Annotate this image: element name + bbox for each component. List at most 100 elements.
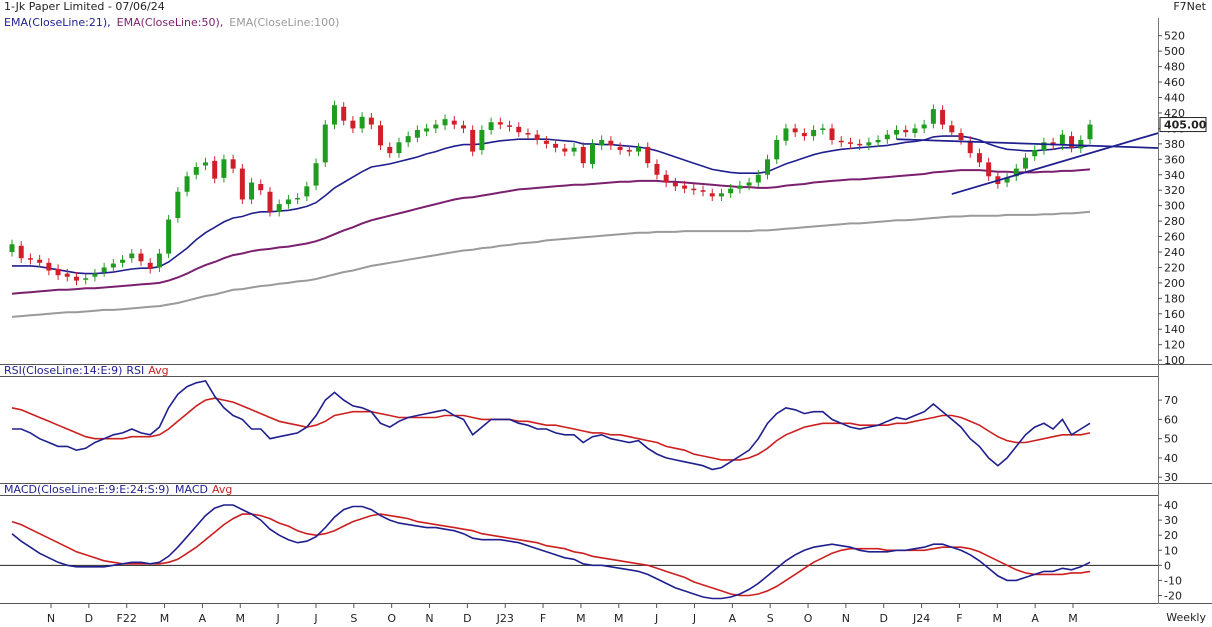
price-tick-label: 440	[1164, 92, 1185, 105]
candle-body	[368, 117, 374, 125]
candle-body	[258, 184, 264, 191]
candle-body	[396, 142, 402, 154]
x-tick-label: J	[692, 612, 696, 625]
candle-body	[912, 128, 918, 134]
candle-body	[387, 146, 393, 154]
macd-tick-label: 20	[1164, 529, 1178, 542]
candle-body	[460, 125, 466, 129]
candle-body	[700, 190, 706, 192]
rsi-tick-label: 60	[1164, 413, 1178, 426]
candle-body	[488, 122, 494, 130]
candle-body	[811, 129, 817, 137]
candle-body	[267, 191, 273, 212]
candle-body	[276, 204, 282, 212]
x-tick-label: F	[956, 612, 962, 625]
x-tick-label: N	[842, 612, 850, 625]
candle-body	[718, 193, 724, 197]
candle-body	[1023, 157, 1029, 169]
last-price-label: 405.00	[1164, 119, 1207, 132]
price-tick-label: 460	[1164, 76, 1185, 89]
candle-body	[378, 125, 384, 146]
candle-body	[73, 276, 79, 281]
candle-body	[193, 167, 199, 175]
price-tick-label: 320	[1164, 184, 1185, 197]
candle-body	[958, 133, 964, 140]
ema21-line	[12, 135, 1091, 275]
x-tick-label: M	[236, 612, 246, 625]
candle-body	[239, 168, 245, 200]
candle-body	[792, 128, 798, 133]
price-tick-label: 180	[1164, 292, 1185, 305]
price-tick-label: 500	[1164, 45, 1185, 58]
price-tick-label: 380	[1164, 138, 1185, 151]
candle-body	[166, 219, 172, 254]
x-tick-label: A	[199, 612, 207, 625]
price-tick-label: 120	[1164, 339, 1185, 352]
price-tick-label: 200	[1164, 277, 1185, 290]
candle-body	[295, 197, 301, 200]
x-tick-label: J23	[496, 612, 514, 625]
candle-body	[129, 253, 135, 259]
candle-body	[313, 163, 319, 186]
candle-body	[497, 122, 503, 125]
x-tick-label: O	[804, 612, 813, 625]
candle-body	[663, 174, 669, 183]
candle-body	[27, 258, 33, 260]
candle-body	[516, 126, 522, 133]
candle-body	[156, 253, 162, 268]
macd-tick-label: 40	[1164, 499, 1178, 512]
price-tick-label: 520	[1164, 30, 1185, 43]
x-tick-label: M	[993, 612, 1003, 625]
candle-body	[580, 146, 586, 164]
price-tick-label: 360	[1164, 153, 1185, 166]
candle-body	[728, 188, 734, 194]
x-tick-label: S	[350, 612, 357, 625]
x-tick-label: J	[275, 612, 279, 625]
candle-body	[884, 134, 890, 140]
x-tick-label: A	[1031, 612, 1039, 625]
candle-body	[617, 146, 623, 151]
candle-body	[940, 109, 946, 125]
candle-body	[442, 119, 448, 126]
x-tick-label: J24	[912, 612, 930, 625]
candle-body	[1032, 150, 1038, 157]
rsi-tick-label: 70	[1164, 394, 1178, 407]
candle-body	[479, 129, 485, 151]
candle-body	[857, 143, 863, 146]
candle-body	[820, 128, 826, 130]
candle-body	[829, 128, 835, 140]
candle-body	[433, 124, 439, 129]
candle-body	[783, 128, 789, 141]
candle-body	[801, 133, 807, 137]
price-tick-label: 100	[1164, 354, 1185, 367]
candle-body	[930, 109, 936, 124]
candle-body	[589, 143, 595, 164]
x-tick-label: O	[387, 612, 396, 625]
candle-body	[18, 245, 24, 259]
candle-body	[1078, 140, 1084, 149]
candle-body	[976, 153, 982, 163]
candle-body	[746, 182, 752, 186]
candle-body	[120, 259, 126, 263]
candle-body	[37, 259, 43, 263]
candle-body	[331, 105, 337, 125]
price-tick-label: 300	[1164, 200, 1185, 213]
price-tick-label: 220	[1164, 261, 1185, 274]
candle-body	[202, 162, 208, 166]
candle-body	[184, 176, 190, 192]
x-tick-label: D	[463, 612, 471, 625]
candle-body	[986, 162, 992, 177]
candle-body	[875, 140, 881, 143]
x-tick-label: M	[614, 612, 624, 625]
candle-body	[414, 129, 420, 138]
x-tick-label: A	[729, 612, 737, 625]
x-tick-label: F22	[117, 612, 137, 625]
candle-body	[654, 163, 660, 175]
candle-body	[101, 267, 107, 273]
candle-body	[9, 244, 15, 252]
candle-body	[64, 273, 70, 277]
ema50-line	[11, 168, 1091, 295]
candle-body	[285, 199, 291, 205]
candle-body	[221, 159, 227, 178]
candle-body	[709, 193, 715, 197]
